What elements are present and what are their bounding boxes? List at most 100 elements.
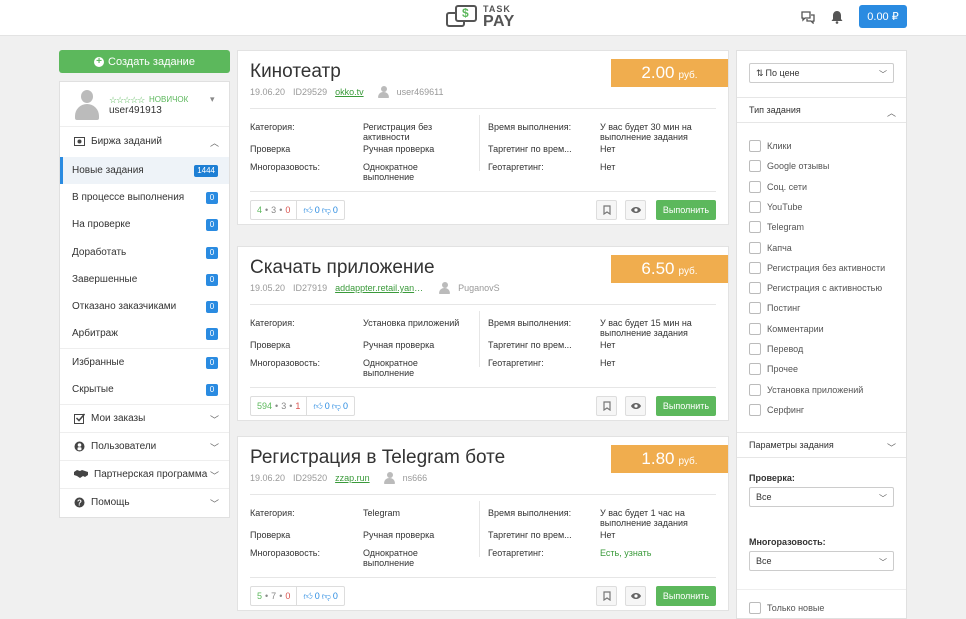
bookmark-button[interactable] [596, 586, 617, 606]
checkbox[interactable] [749, 602, 761, 614]
task-author[interactable]: user469611 [397, 87, 444, 97]
bell-icon[interactable] [829, 10, 845, 24]
divider [479, 115, 480, 171]
type-filter-checkbox[interactable]: Перевод [749, 342, 803, 356]
type-filter-checkbox[interactable]: Комментарии [749, 322, 824, 336]
type-filter-checkbox[interactable]: Серфинг [749, 403, 804, 417]
only-new-checkbox[interactable]: Только новые [749, 601, 824, 615]
hide-button[interactable] [625, 200, 646, 220]
type-filter-checkbox[interactable]: Установка приложений [749, 383, 863, 397]
sidebar-section-users[interactable]: Пользователи ﹀ [60, 432, 229, 459]
task-link[interactable]: addappter.retail.yand... [335, 283, 425, 293]
stat-pending: 7 [271, 591, 277, 601]
checkbox[interactable] [749, 363, 761, 376]
sidebar-item-hidden[interactable]: Скрытые 0 [60, 376, 229, 403]
hide-button[interactable] [625, 396, 646, 416]
sidebar-item-new-tasks[interactable]: Новые задания 1444 [60, 157, 229, 184]
type-filter-checkbox[interactable]: Прочее [749, 362, 798, 376]
checkbox[interactable] [749, 140, 761, 152]
eye-icon [630, 207, 641, 213]
hide-button[interactable] [625, 586, 646, 606]
checkbox-label: Постинг [767, 303, 801, 314]
filter-section-params[interactable]: Параметры задания ﹀ [737, 432, 906, 458]
multiplicity-value: Однократное выполнение [363, 548, 418, 568]
multi-filter-select[interactable]: Все ﹀ [749, 551, 894, 571]
sidebar-item-arbitration[interactable]: Арбитраж 0 [60, 320, 229, 347]
create-task-label: Создать задание [108, 55, 195, 68]
bookmark-button[interactable] [596, 200, 617, 220]
user-block[interactable]: ☆☆☆☆☆ НОВИЧОК user491913 ▾ [60, 82, 229, 127]
type-filter-checkbox[interactable]: Регистрация без активности [749, 261, 885, 275]
geo-value[interactable]: Есть, узнать [600, 548, 651, 558]
execute-button[interactable]: Выполнить [656, 396, 716, 416]
execute-button[interactable]: Выполнить [656, 586, 716, 606]
sidebar-item-label: Новые задания [72, 165, 144, 176]
chevron-down-icon[interactable]: ▾ [210, 94, 215, 105]
task-title[interactable]: Регистрация в Telegram боте [250, 447, 505, 469]
create-task-button[interactable]: + Создать задание [59, 50, 230, 73]
sidebar-item-rejected[interactable]: Отказано заказчиками 0 [60, 293, 229, 320]
checkbox[interactable] [749, 403, 761, 416]
type-filter-checkbox[interactable]: Клики [749, 139, 792, 153]
task-link[interactable]: okko.tv [335, 87, 364, 97]
checkbox[interactable] [749, 160, 761, 173]
task-author[interactable]: PuganovS [458, 283, 500, 293]
type-filter-checkbox[interactable]: Регистрация с активностью [749, 281, 882, 295]
type-filter-checkbox[interactable]: Telegram [749, 220, 804, 234]
checkbox[interactable] [749, 383, 761, 396]
task-card: Скачать приложение 6.50 руб. 19.05.20 ID… [237, 246, 729, 421]
exec-time-value: У вас будет 1 час на выполнение задания [600, 508, 688, 528]
sidebar-section-partner[interactable]: Партнерская программа ﹀ [60, 460, 229, 487]
sidebar-section-exchange[interactable]: Биржа заданий ︿ [60, 128, 229, 155]
sidebar-item-favorites[interactable]: Избранные 0 [60, 349, 229, 376]
category-value: Установка приложений [363, 318, 460, 328]
bookmark-button[interactable] [596, 396, 617, 416]
sidebar-item-in-progress[interactable]: В процессе выполнения 0 [60, 184, 229, 211]
checkbox[interactable] [749, 180, 761, 193]
checkbox[interactable] [749, 200, 761, 213]
checkbox[interactable] [749, 261, 761, 274]
checkbox[interactable] [749, 343, 761, 355]
type-filter-checkbox[interactable]: Постинг [749, 301, 800, 315]
sidebar-section-label: Мои заказы [91, 412, 146, 424]
sidebar-item-completed[interactable]: Завершенные 0 [60, 266, 229, 293]
divider [250, 387, 716, 388]
sidebar-item-rework[interactable]: Доработать 0 [60, 239, 229, 266]
type-filter-checkbox[interactable]: Google отзывы [749, 159, 829, 173]
thumbs-up-icon[interactable]: 👍︎ [303, 591, 312, 602]
check-filter-select[interactable]: Все ﹀ [749, 487, 894, 507]
likes-count: 0 [324, 401, 330, 411]
thumbs-down-icon[interactable]: 👎︎ [322, 205, 331, 216]
sidebar-item-label: На проверке [72, 219, 131, 230]
completion-stats: 4 • 3 • 0 [251, 201, 298, 219]
chat-icon[interactable] [800, 10, 816, 24]
task-title[interactable]: Кинотеатр [250, 61, 341, 83]
task-link[interactable]: zzap.run [335, 473, 370, 483]
checkbox[interactable] [749, 322, 761, 335]
checkbox[interactable] [749, 221, 761, 234]
sidebar-section-my-orders[interactable]: Мои заказы ﹀ [60, 404, 229, 431]
checkbox[interactable] [749, 282, 761, 295]
price-badge: 1.80 руб. [611, 445, 728, 473]
checkbox[interactable] [749, 302, 761, 315]
task-author[interactable]: ns666 [403, 473, 428, 483]
sort-select[interactable]: ⇅ По цене ﹀ [749, 63, 894, 83]
type-filter-checkbox[interactable]: Соц. сети [749, 180, 807, 194]
thumbs-down-icon[interactable]: 👎︎ [332, 401, 341, 412]
checkbox-label: Перевод [767, 344, 804, 354]
balance-button[interactable]: 0.00 ₽ [859, 5, 907, 28]
checkbox[interactable] [749, 241, 761, 254]
type-filter-checkbox[interactable]: YouTube [749, 200, 802, 214]
price-value: 1.80 [641, 449, 675, 468]
logo[interactable]: $ TASK PAY [445, 3, 515, 31]
sidebar-item-on-review[interactable]: На проверке 0 [60, 211, 229, 238]
stat-pending: 3 [271, 205, 277, 215]
type-filter-checkbox[interactable]: Капча [749, 241, 792, 255]
execute-button[interactable]: Выполнить [656, 200, 716, 220]
filter-section-type[interactable]: Тип задания ︿ [737, 97, 906, 123]
thumbs-up-icon[interactable]: 👍︎ [303, 205, 312, 216]
thumbs-up-icon[interactable]: 👍︎ [313, 401, 322, 412]
thumbs-down-icon[interactable]: 👎︎ [322, 591, 331, 602]
task-title[interactable]: Скачать приложение [250, 257, 435, 279]
sidebar-section-help[interactable]: ? Помощь ﹀ [60, 488, 229, 515]
